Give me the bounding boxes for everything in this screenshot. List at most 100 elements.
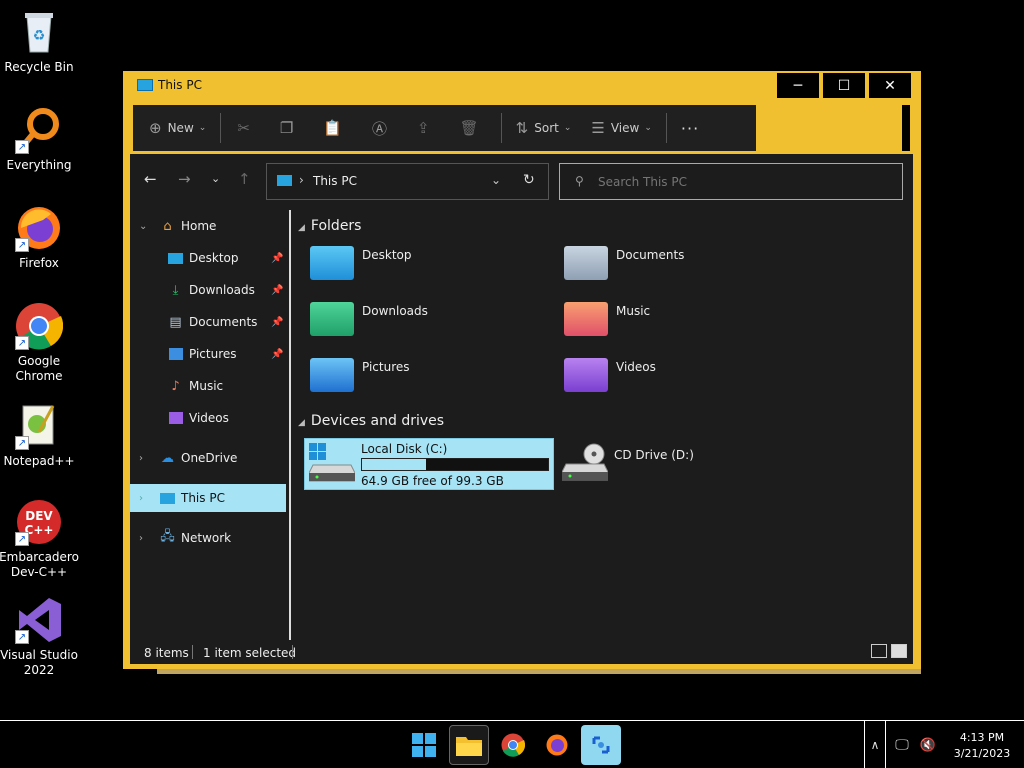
network-status-icon[interactable]: 🖵 xyxy=(891,721,913,768)
taskbar-firefox[interactable] xyxy=(537,725,577,765)
taskbar-file-explorer[interactable] xyxy=(449,725,489,765)
taskbar-snipping-tool[interactable] xyxy=(581,725,621,765)
view-button[interactable]: ☰ View ⌄ xyxy=(581,105,661,151)
system-clock[interactable]: 4:13 PM 3/21/2023 xyxy=(944,730,1020,762)
sidebar-item-downloads[interactable]: ⤓ Downloads 📌 xyxy=(130,276,286,304)
desktop-icon-devcpp[interactable]: DEV C++ ↗ Embarcadero Dev-C++ xyxy=(0,498,79,580)
more-options-button[interactable]: ··· xyxy=(671,105,709,151)
pin-icon: 📌 xyxy=(271,348,284,360)
desktop-icon-recycle-bin[interactable]: ♻ Recycle Bin xyxy=(0,8,78,75)
taskbar-chrome[interactable] xyxy=(493,725,533,765)
drive-local-disk-c[interactable]: Local Disk (C:) 64.9 GB free of 99.3 GB xyxy=(304,438,554,490)
sidebar-item-label: OneDrive xyxy=(181,451,238,465)
sidebar-item-desktop[interactable]: Desktop 📌 xyxy=(130,244,286,272)
title-bar[interactable]: This PC ─ ☐ ✕ xyxy=(123,71,921,101)
drive-label: CD Drive (D:) xyxy=(614,448,694,462)
chevron-right-icon: › xyxy=(139,452,143,464)
forward-button[interactable]: → xyxy=(178,170,191,188)
folder-label: Desktop xyxy=(362,248,412,262)
sort-button[interactable]: ⇅ Sort ⌄ xyxy=(506,105,582,151)
file-explorer-window[interactable]: This PC ─ ☐ ✕ ⊕ New ⌄ ✂ ❐ 📋 Ⓐ ⇪ 🗑 ⇅ Sort… xyxy=(123,71,921,669)
sidebar-item-label: This PC xyxy=(181,491,225,505)
desktop-icon-visual-studio[interactable]: ↗ Visual Studio 2022 xyxy=(0,596,78,678)
plus-circle-icon: ⊕ xyxy=(149,119,162,137)
sidebar-item-onedrive[interactable]: › ☁ OneDrive xyxy=(130,444,286,472)
pane-divider[interactable] xyxy=(289,210,291,640)
sidebar-item-label: Pictures xyxy=(189,347,237,361)
address-dropdown-button[interactable]: ⌄ xyxy=(491,173,501,187)
large-icons-view-icon[interactable] xyxy=(891,644,907,658)
search-box[interactable]: ⚲ xyxy=(559,163,903,200)
show-hidden-icons-button[interactable]: ∧ xyxy=(864,721,886,768)
details-view-icon[interactable] xyxy=(871,644,887,658)
devices-header[interactable]: ◢ Devices and drives xyxy=(298,413,444,429)
share-button[interactable]: ⇪ xyxy=(405,105,448,151)
folder-label: Pictures xyxy=(362,360,410,374)
sidebar-item-label: Network xyxy=(181,531,232,545)
sidebar-item-network[interactable]: › 🖧 Network xyxy=(130,524,286,552)
folder-desktop[interactable]: Desktop xyxy=(306,242,556,292)
drive-cd-d[interactable]: CD Drive (D:) xyxy=(558,438,808,490)
new-button[interactable]: ⊕ New ⌄ xyxy=(133,105,216,151)
desktop-icon-label: Google Chrome xyxy=(15,354,63,383)
start-button[interactable] xyxy=(404,725,444,765)
copy-button[interactable]: ❐ xyxy=(268,105,311,151)
collapse-icon: ◢ xyxy=(298,418,305,428)
folder-videos[interactable]: Videos xyxy=(560,354,810,404)
folder-music[interactable]: Music xyxy=(560,298,810,348)
desktop-icon-label: Everything xyxy=(6,158,72,172)
sidebar-item-music[interactable]: ♪ Music xyxy=(130,372,286,400)
sidebar-item-pictures[interactable]: Pictures 📌 xyxy=(130,340,286,368)
computer-icon xyxy=(160,491,175,505)
refresh-button[interactable]: ↻ xyxy=(523,172,535,188)
folder-icon xyxy=(456,737,482,756)
desktop-icon-everything[interactable]: ↗ Everything xyxy=(0,106,78,173)
command-bar: ⊕ New ⌄ ✂ ❐ 📋 Ⓐ ⇪ 🗑 ⇅ Sort ⌄ ☰ View ⌄ ··… xyxy=(133,105,756,151)
folders-header[interactable]: ◢ Folders xyxy=(298,218,361,234)
address-bar[interactable]: › This PC ⌄ ↻ xyxy=(266,163,549,200)
downloads-folder-icon xyxy=(310,302,354,336)
visual-studio-icon: ↗ xyxy=(15,596,63,644)
folder-documents[interactable]: Documents xyxy=(560,242,810,292)
scissors-icon: ✂ xyxy=(237,119,250,137)
volume-muted-icon[interactable]: 🔇 xyxy=(917,721,939,768)
layout-toggle xyxy=(871,644,907,658)
sidebar-item-documents[interactable]: ▤ Documents 📌 xyxy=(130,308,286,336)
section-title: Folders xyxy=(310,218,362,234)
clock-time: 4:13 PM xyxy=(959,731,1005,744)
desktop-icon-firefox[interactable]: ↗ Firefox xyxy=(0,204,78,271)
desktop-icon-notepadpp[interactable]: ↗ Notepad++ xyxy=(0,402,78,469)
sidebar-item-home[interactable]: ⌄ ⌂ Home xyxy=(130,212,286,240)
recent-locations-button[interactable]: ⌄ xyxy=(211,172,220,185)
desktop-icon-chrome[interactable]: ↗ Google Chrome xyxy=(0,302,78,384)
sort-label: Sort xyxy=(534,121,559,135)
back-button[interactable]: ← xyxy=(144,170,157,188)
maximize-button[interactable]: ☐ xyxy=(822,72,866,99)
rename-button[interactable]: Ⓐ xyxy=(360,105,405,151)
desktop-icon-label: Visual Studio 2022 xyxy=(0,648,78,677)
minimize-button[interactable]: ─ xyxy=(776,72,820,99)
this-pc-icon xyxy=(277,175,292,186)
recycle-bin-icon: ♻ xyxy=(15,8,63,56)
folder-downloads[interactable]: Downloads xyxy=(306,298,556,348)
folder-pictures[interactable]: Pictures xyxy=(306,354,556,404)
desktop-icon-label: Notepad++ xyxy=(3,454,75,468)
explorer-content: ← → ⌄ ↑ › This PC ⌄ ↻ ⚲ ⌄ ⌂ Home xyxy=(130,154,913,664)
paste-button[interactable]: 📋 xyxy=(311,105,360,151)
divider xyxy=(220,113,222,143)
sidebar-item-this-pc[interactable]: › This PC xyxy=(130,484,286,512)
chevron-right-icon: › xyxy=(139,532,143,544)
taskbar: ∧ 🖵 🔇 4:13 PM 3/21/2023 xyxy=(0,720,1024,768)
folder-label: Documents xyxy=(616,248,685,262)
chevron-down-icon: ⌄ xyxy=(139,220,148,232)
close-button[interactable]: ✕ xyxy=(868,72,912,99)
sidebar-item-label: Home xyxy=(181,219,217,233)
up-button[interactable]: ↑ xyxy=(238,170,251,188)
delete-button[interactable]: 🗑 xyxy=(448,105,497,151)
sidebar-item-videos[interactable]: Videos xyxy=(130,404,286,432)
search-input[interactable] xyxy=(598,172,878,192)
new-label: New xyxy=(167,121,194,135)
cut-button[interactable]: ✂ xyxy=(225,105,268,151)
devcpp-icon: DEV C++ ↗ xyxy=(15,498,63,546)
video-icon xyxy=(168,411,183,425)
